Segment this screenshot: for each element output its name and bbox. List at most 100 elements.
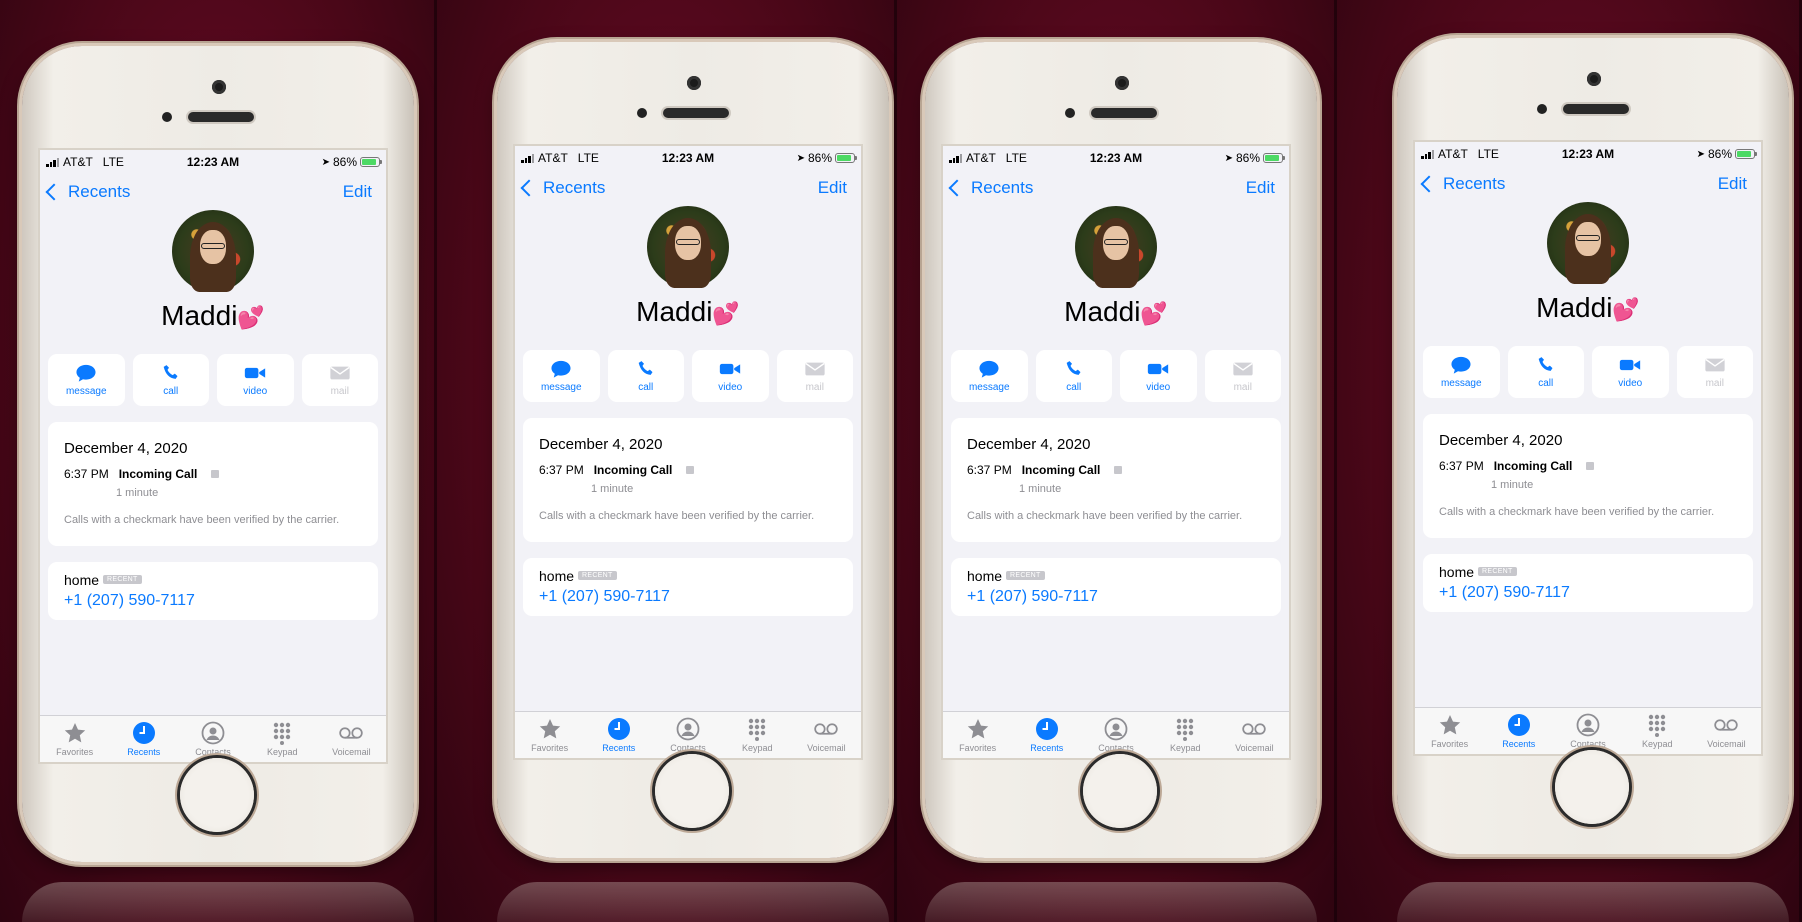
tab-keypad[interactable]: Keypad <box>248 716 317 762</box>
mail-icon <box>330 366 350 380</box>
call-button[interactable]: call <box>1035 350 1112 402</box>
tab-contacts[interactable]: Contacts <box>653 712 722 758</box>
tab-contacts[interactable]: Contacts <box>178 716 247 762</box>
video-icon <box>245 367 266 379</box>
video-button[interactable]: video <box>692 350 769 402</box>
keypad-icon <box>749 718 766 741</box>
tab-keypad-label: Keypad <box>741 743 773 753</box>
tab-favorites[interactable]: Favorites <box>1415 708 1484 754</box>
call-button[interactable]: call <box>1507 346 1584 398</box>
back-button[interactable]: Recents <box>45 182 130 202</box>
tab-voicemail[interactable]: Voicemail <box>1692 708 1761 754</box>
tab-contacts-label: Contacts <box>195 747 231 757</box>
proximity-sensor <box>637 108 647 118</box>
location-icon: ➤ <box>321 156 330 168</box>
location-icon: ➤ <box>796 152 805 164</box>
tab-contacts[interactable]: Contacts <box>1081 712 1150 758</box>
phone-number-link[interactable]: +1 (207) 590-7117 <box>539 588 837 606</box>
tab-voicemail-label: Voicemail <box>1235 743 1274 753</box>
back-button[interactable]: Recents <box>520 178 605 198</box>
surface-reflection <box>1397 882 1789 922</box>
location-icon: ➤ <box>1696 148 1705 160</box>
tab-contacts[interactable]: Contacts <box>1553 708 1622 754</box>
tab-favorites[interactable]: Favorites <box>515 712 584 758</box>
phone-number-link[interactable]: +1 (207) 590-7117 <box>967 588 1265 606</box>
edit-button[interactable]: Edit <box>1246 178 1275 198</box>
message-label: message <box>1440 378 1482 389</box>
tab-keypad[interactable]: Keypad <box>1623 708 1692 754</box>
tab-keypad[interactable]: Keypad <box>1151 712 1220 758</box>
front-camera <box>1587 72 1601 86</box>
recent-badge: RECENT <box>1006 571 1045 581</box>
call-time: 6:37 PM <box>967 463 1012 477</box>
tab-voicemail[interactable]: Voicemail <box>792 712 861 758</box>
battery-percent: 86% <box>1707 147 1732 161</box>
edit-button[interactable]: Edit <box>818 178 847 198</box>
message-button[interactable]: message <box>523 350 600 402</box>
contact-name-text: Maddi <box>1064 296 1141 327</box>
home-button[interactable] <box>1555 750 1629 824</box>
mail-button: mail <box>1204 350 1281 402</box>
call-button[interactable]: call <box>132 354 209 406</box>
phone-number-card[interactable]: home RECENT +1 (207) 590-7117 <box>951 557 1281 616</box>
home-button[interactable] <box>655 754 729 828</box>
recent-badge: RECENT <box>103 575 142 585</box>
home-button[interactable] <box>180 758 254 832</box>
tab-recents-label: Recents <box>1030 743 1064 753</box>
phone-icon <box>1538 357 1553 371</box>
nav-bar: Recents Edit <box>943 170 1289 206</box>
tab-voicemail[interactable]: Voicemail <box>1220 712 1289 758</box>
mail-icon <box>1705 358 1725 372</box>
mail-icon <box>805 362 825 376</box>
battery-percent: 86% <box>807 151 832 165</box>
phone-number-link[interactable]: +1 (207) 590-7117 <box>1439 584 1737 602</box>
message-button[interactable]: message <box>1423 346 1500 398</box>
call-time: 6:37 PM <box>539 463 584 477</box>
video-button[interactable]: video <box>1592 346 1669 398</box>
call-label: call <box>1066 382 1082 393</box>
iphone-device: AT&T LTE 12:23 AM ➤ 86% Recents Edit Mad… <box>497 42 889 858</box>
tab-favorites[interactable]: Favorites <box>943 712 1012 758</box>
call-button[interactable]: call <box>607 350 684 402</box>
mail-label: mail <box>1705 378 1724 389</box>
voicemail-icon <box>1714 719 1739 731</box>
back-button[interactable]: Recents <box>1420 174 1505 194</box>
call-entry: 6:37 PM Incoming Call <box>539 463 837 477</box>
message-button[interactable]: message <box>48 354 125 406</box>
video-icon <box>1148 363 1169 375</box>
contact-name: Maddi💕 <box>40 300 386 340</box>
video-button[interactable]: video <box>1120 350 1197 402</box>
call-label: call <box>638 382 654 393</box>
tab-recents[interactable]: Recents <box>1484 708 1553 754</box>
message-label: message <box>968 382 1010 393</box>
mail-button: mail <box>1676 346 1753 398</box>
tab-favorites[interactable]: Favorites <box>40 716 109 762</box>
phone-number-card[interactable]: home RECENT +1 (207) 590-7117 <box>48 561 378 620</box>
hearts-emoji: 💕 <box>712 301 740 326</box>
tab-voicemail[interactable]: Voicemail <box>317 716 386 762</box>
back-button[interactable]: Recents <box>948 178 1033 198</box>
phone-panel-4: AT&T LTE 12:23 AM ➤ 86% Recents Edit Mad… <box>1337 0 1802 922</box>
star-icon <box>539 719 560 739</box>
phone-screen: AT&T LTE 12:23 AM ➤ 86% Recents Edit Mad… <box>515 146 861 758</box>
phone-number-card[interactable]: home RECENT +1 (207) 590-7117 <box>1423 553 1753 612</box>
tab-recents[interactable]: Recents <box>109 716 178 762</box>
video-button[interactable]: video <box>217 354 294 406</box>
tab-recents[interactable]: Recents <box>1012 712 1081 758</box>
message-button[interactable]: message <box>951 350 1028 402</box>
chevron-left-icon <box>1420 175 1438 193</box>
front-camera <box>687 76 701 90</box>
edit-button[interactable]: Edit <box>343 182 372 202</box>
mail-label: mail <box>330 386 349 397</box>
tab-keypad[interactable]: Keypad <box>723 712 792 758</box>
phone-number-link[interactable]: +1 (207) 590-7117 <box>64 592 362 610</box>
number-type-label: home <box>1439 563 1475 580</box>
verification-note: Calls with a checkmark have been verifie… <box>967 510 1243 522</box>
home-button[interactable] <box>1083 754 1157 828</box>
call-time: 6:37 PM <box>1439 459 1484 473</box>
tab-recents[interactable]: Recents <box>584 712 653 758</box>
tab-bar: Favorites Recents Contacts Keypad Voicem… <box>943 711 1289 758</box>
battery-percent: 86% <box>1235 151 1260 165</box>
edit-button[interactable]: Edit <box>1718 174 1747 194</box>
phone-number-card[interactable]: home RECENT +1 (207) 590-7117 <box>523 557 853 616</box>
